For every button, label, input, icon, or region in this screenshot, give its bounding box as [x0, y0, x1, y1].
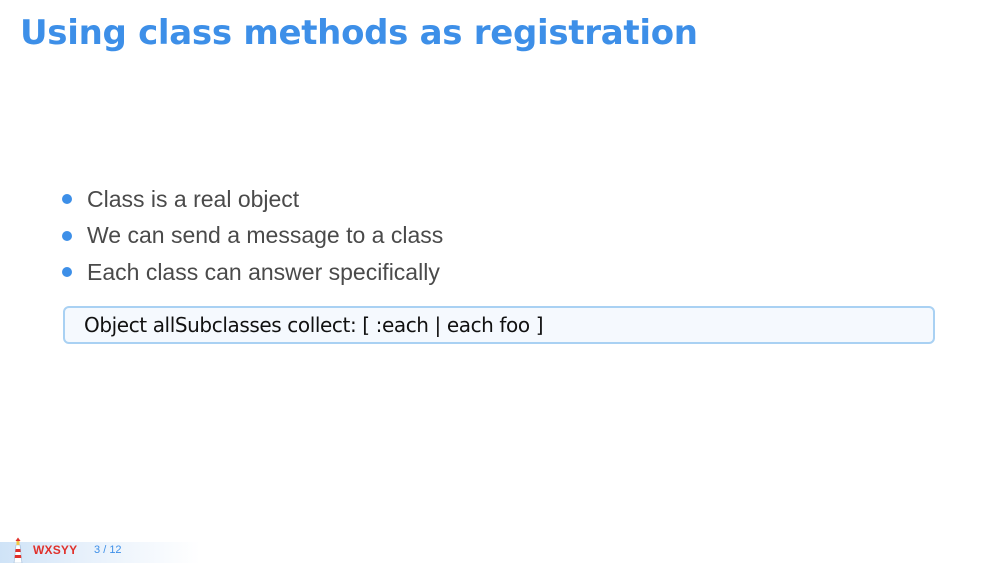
code-block: Object allSubclasses collect: [ :each | …: [63, 306, 935, 344]
bullet-dot-icon: [62, 267, 72, 278]
slide-title: Using class methods as registration: [20, 13, 698, 53]
bullet-list: Class is a real object We can send a mes…: [62, 181, 443, 291]
code-text: Object allSubclasses collect: [ :each | …: [84, 313, 544, 337]
bullet-text: We can send a message to a class: [87, 222, 444, 249]
bullet-dot-icon: [62, 230, 72, 241]
footer-brand: WXSYY: [33, 543, 78, 557]
page-current: 3: [94, 544, 101, 556]
bullet-item: Class is a real object: [62, 181, 443, 218]
bullet-dot-icon: [62, 194, 72, 205]
page-total: 12: [109, 544, 122, 556]
bullet-item: We can send a message to a class: [62, 218, 443, 255]
bullet-item: Each class can answer specifically: [62, 254, 443, 291]
page-separator: /: [103, 544, 107, 556]
bullet-text: Class is a real object: [87, 185, 300, 212]
slide-footer: WXSYY 3 / 12: [0, 537, 200, 563]
bullet-text: Each class can answer specifically: [87, 258, 440, 285]
page-counter: 3 / 12: [94, 544, 122, 556]
lighthouse-icon: [13, 537, 23, 563]
